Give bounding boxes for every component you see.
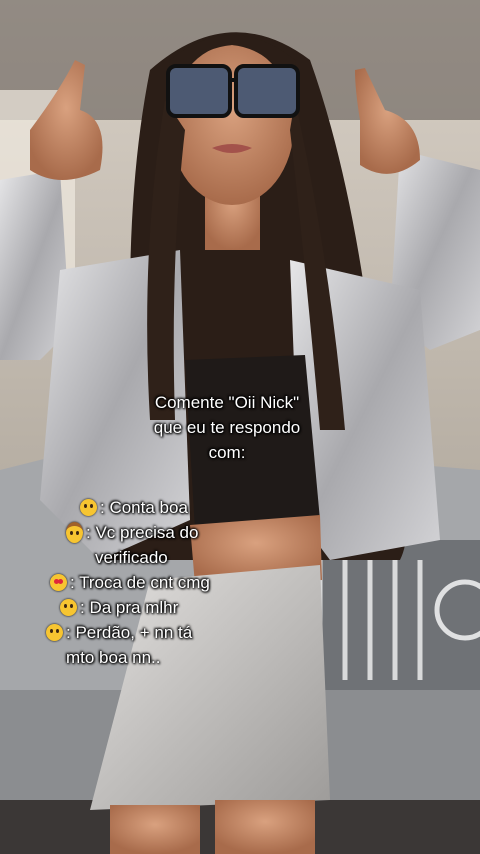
confused-face-emoji-icon [60, 599, 77, 616]
caption-title-line: com: [208, 443, 246, 462]
option-conta-boa: : Conta boa [80, 495, 188, 520]
option-text: : Conta boa [100, 498, 188, 517]
option-da-pra-mlhr: : Da pra mlhr [60, 595, 178, 620]
option-text: : Perdão, + nn tá [66, 623, 193, 642]
option-text: : Troca de cnt cmg [70, 573, 210, 592]
option-troca-de-cnt: : Troca de cnt cmg [50, 570, 210, 595]
grinning-face-emoji-icon [80, 499, 97, 516]
option-text: verificado [95, 548, 168, 567]
option-vc-precisa: : Vc precisa do [66, 520, 198, 545]
video-frame: Comente "Oii Nick" que eu te respondo co… [0, 0, 480, 854]
option-perdao: : Perdão, + nn tá [46, 620, 192, 645]
caption-title-line: que eu te respondo [153, 418, 301, 437]
option-vc-precisa-continued: verificado [95, 545, 168, 570]
cowboy-face-emoji-icon [66, 522, 83, 543]
option-perdao-continued: mto boa nn.. [66, 645, 161, 670]
heart-eyes-emoji-icon [50, 574, 67, 591]
caption-title-line: Comente "Oii Nick" [154, 393, 300, 412]
option-text: : Vc precisa do [86, 523, 199, 542]
option-text: : Da pra mlhr [80, 598, 179, 617]
disappointed-face-emoji-icon [46, 624, 63, 641]
caption-title: Comente "Oii Nick" que eu te respondo co… [0, 390, 454, 465]
option-text: mto boa nn.. [66, 648, 161, 667]
